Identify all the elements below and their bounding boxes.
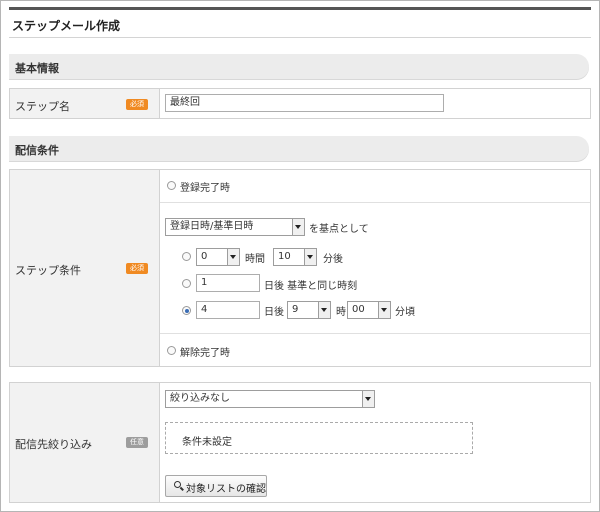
chevron-down-icon (362, 391, 374, 407)
radio-unsubscribed[interactable] (167, 346, 176, 355)
required-badge: 必須 (126, 263, 148, 274)
minutes-select[interactable]: 10 (273, 248, 317, 266)
step-name-label-cell: ステップ名 必須 (10, 89, 160, 118)
step-name-label: ステップ名 (15, 100, 70, 113)
hours-select-value: 0 (201, 251, 208, 262)
radio-hours-minutes[interactable] (182, 252, 191, 261)
base-suffix: を基点として (309, 224, 369, 235)
hour-unit: 時 (336, 307, 346, 318)
hours-select[interactable]: 0 (196, 248, 240, 266)
days-unit: 日後 (264, 307, 284, 318)
filter-row: 配信先絞り込み 任意 絞り込みなし 条件未設定 対象リストの確認 (9, 382, 591, 503)
filter-select[interactable]: 絞り込みなし (165, 390, 375, 408)
radio-registered[interactable] (167, 181, 176, 190)
check-target-list-button[interactable]: 対象リストの確認 (165, 475, 267, 497)
filter-select-value: 絞り込みなし (170, 393, 230, 404)
option-divider (160, 333, 590, 334)
optional-badge: 任意 (126, 437, 148, 448)
filter-condition-box: 条件未設定 (165, 422, 473, 454)
minutes-unit: 分後 (323, 254, 343, 265)
section-title-basic: 基本情報 (15, 62, 59, 75)
days-same-time-input[interactable]: 1 (196, 274, 260, 292)
radio-unsubscribed-label: 解除完了時 (180, 348, 230, 359)
hour-select-value: 9 (292, 304, 299, 315)
section-header-basic: 基本情報 (9, 54, 589, 79)
hour-select[interactable]: 9 (287, 301, 331, 319)
minute-unit: 分頃 (395, 307, 415, 318)
minutes-select-value: 10 (278, 251, 291, 262)
step-condition-label: ステップ条件 (15, 264, 81, 277)
section-title-delivery: 配信条件 (15, 144, 59, 157)
chevron-down-icon (378, 302, 390, 318)
days-input[interactable]: 4 (196, 301, 260, 319)
radio-days-same-time[interactable] (182, 279, 191, 288)
hours-unit: 時間 (245, 254, 265, 265)
chevron-down-icon (304, 249, 316, 265)
radio-days-specific-time[interactable] (182, 306, 191, 315)
required-badge: 必須 (126, 99, 148, 110)
base-datetime-select[interactable]: 登録日時/基準日時 (165, 218, 305, 236)
top-accent-bar (9, 7, 591, 10)
option-divider (160, 202, 590, 203)
step-condition-label-cell: ステップ条件 必須 (10, 170, 160, 366)
step-name-row: ステップ名 必須 最終回 (9, 88, 591, 119)
chevron-down-icon (292, 219, 304, 235)
base-datetime-select-value: 登録日時/基準日時 (170, 221, 254, 232)
chevron-down-icon (318, 302, 330, 318)
filter-condition-text: 条件未設定 (182, 437, 232, 448)
window-frame: ステップメール作成 基本情報 ステップ名 必須 最終回 配信条件 ステップ条件 … (0, 0, 600, 512)
minute-select-value: 00 (352, 304, 365, 315)
step-name-input[interactable]: 最終回 (165, 94, 444, 112)
title-divider (9, 37, 591, 38)
page-title: ステップメール作成 (12, 19, 121, 33)
search-icon (174, 481, 181, 488)
check-target-list-label: 対象リストの確認 (186, 484, 266, 495)
filter-label: 配信先絞り込み (15, 438, 92, 451)
chevron-down-icon (227, 249, 239, 265)
section-header-delivery: 配信条件 (9, 136, 589, 161)
step-condition-row: ステップ条件 必須 登録完了時 登録日時/基準日時 を基点として 0 時間 10… (9, 169, 591, 367)
radio-registered-label: 登録完了時 (180, 183, 230, 194)
minute-select[interactable]: 00 (347, 301, 391, 319)
days-same-time-suffix: 日後 基準と同じ時刻 (264, 281, 358, 292)
filter-label-cell: 配信先絞り込み 任意 (10, 383, 160, 502)
